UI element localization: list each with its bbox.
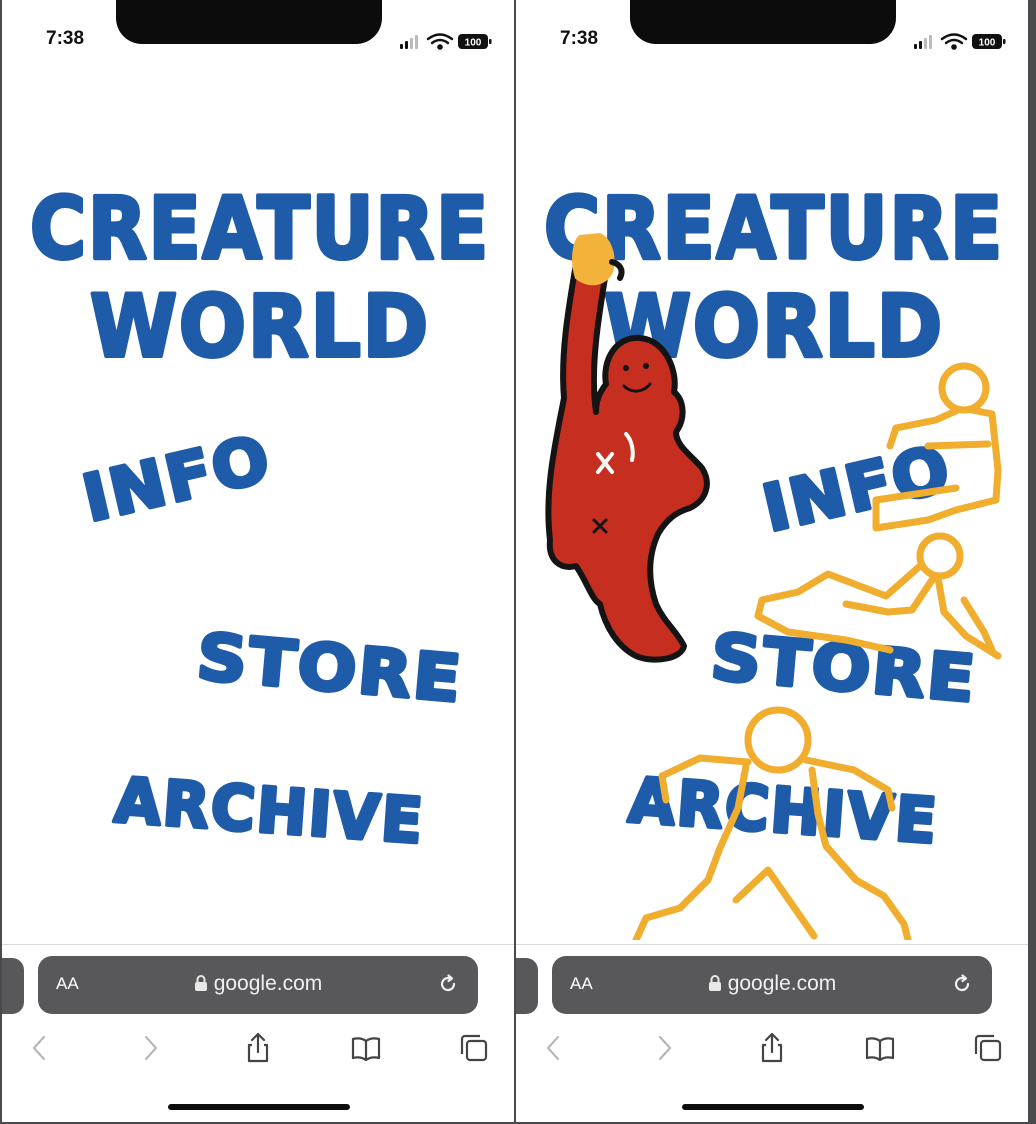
site-title-line1: CREATURE — [30, 179, 490, 279]
back-icon[interactable] — [538, 1032, 570, 1064]
toolbar-divider — [516, 944, 1028, 945]
home-indicator — [168, 1104, 350, 1110]
tabs-icon[interactable] — [458, 1032, 490, 1064]
address-bar[interactable]: AA google.com — [38, 956, 478, 1014]
site-content: CREATURE WORLD INFO STORE ARCHIVE — [542, 177, 1004, 940]
reload-icon[interactable] — [950, 972, 974, 996]
phone-screen-right: 7:38 100 CREATURE WORLD INFO STORE ARCHI… — [516, 0, 1028, 1122]
bookmarks-icon[interactable] — [350, 1032, 382, 1064]
address-bar[interactable]: AA google.com — [552, 956, 992, 1014]
lock-icon — [708, 975, 721, 991]
menu-archive-link[interactable]: ARCHIVE — [110, 761, 428, 859]
menu-store-link[interactable]: STORE — [706, 619, 981, 720]
safari-toolbar: AA google.com — [2, 944, 514, 1122]
previous-tab-peek[interactable] — [2, 958, 24, 1014]
site-content: CREATURE WORLD INFO STORE ARCHIVE — [28, 177, 490, 860]
safari-toolbar: AA google.com — [516, 944, 1028, 1122]
menu-info-link[interactable]: INFO — [74, 420, 280, 539]
toolbar-divider — [2, 944, 514, 945]
previous-tab-peek[interactable] — [516, 958, 538, 1014]
navigation-bar — [516, 1028, 1028, 1068]
back-icon[interactable] — [24, 1032, 56, 1064]
bookmarks-icon[interactable] — [864, 1032, 896, 1064]
reload-icon[interactable] — [436, 972, 460, 996]
url-text: google.com — [727, 972, 837, 995]
menu-store-link[interactable]: STORE — [192, 619, 467, 720]
tabs-icon[interactable] — [972, 1032, 1004, 1064]
share-icon[interactable] — [756, 1032, 788, 1064]
navigation-bar — [2, 1028, 514, 1068]
share-icon[interactable] — [242, 1032, 274, 1064]
url-text: google.com — [213, 972, 323, 995]
phone-screen-left: 7:38 100 CREATURE WORLD INFO STORE ARCHI… — [2, 0, 514, 1122]
site-title-line2: WORLD — [90, 277, 430, 377]
lock-icon — [194, 975, 207, 991]
forward-icon[interactable] — [648, 1032, 680, 1064]
home-indicator — [682, 1104, 864, 1110]
forward-icon[interactable] — [134, 1032, 166, 1064]
